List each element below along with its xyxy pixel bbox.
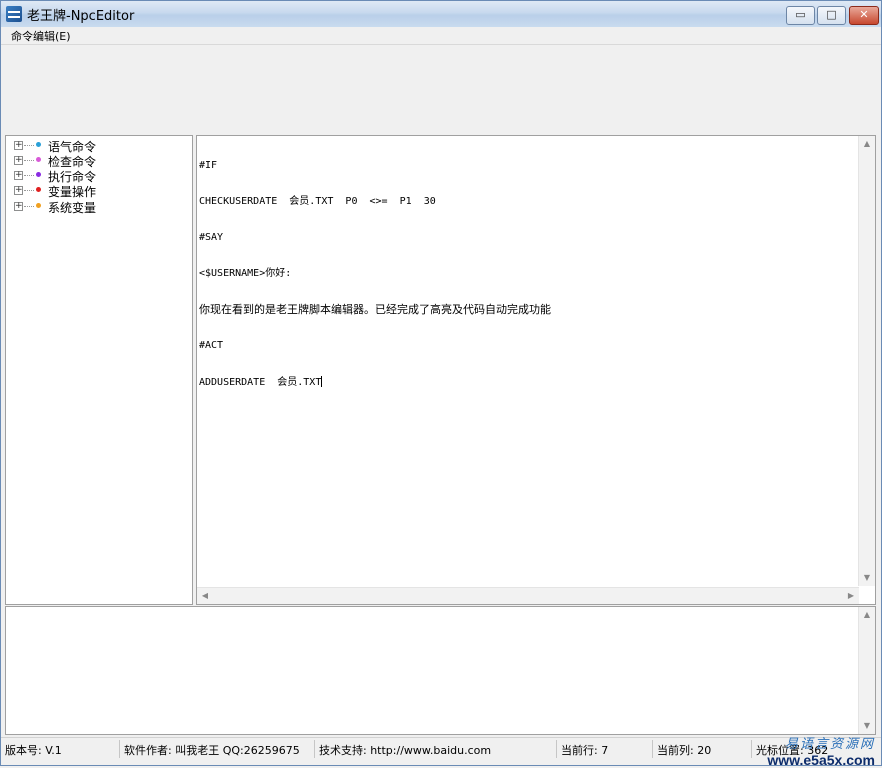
editor-horizontal-scrollbar[interactable]: ◀ ▶ bbox=[197, 587, 859, 604]
expand-icon[interactable]: + bbox=[14, 171, 23, 180]
editor-line: #ACT bbox=[199, 340, 224, 351]
status-divider bbox=[314, 740, 315, 758]
scroll-right-icon[interactable]: ▶ bbox=[843, 588, 859, 604]
status-current-col: 当前列: 20 bbox=[657, 744, 712, 757]
scroll-up-icon[interactable]: ▲ bbox=[859, 607, 875, 623]
command-tree[interactable]: + 语气命令 + 检查命令 + 执行命令 + 变量操作 + 系统变量 bbox=[5, 135, 193, 605]
text-caret bbox=[321, 376, 323, 387]
editor-line-current: ADDUSERDATE 会员.TXT bbox=[199, 376, 859, 388]
editor-text-area[interactable]: #IF CHECKUSERDATE 会员.TXT P0 <>= P1 30 #S… bbox=[199, 136, 859, 586]
close-button[interactable]: ✕ bbox=[849, 6, 879, 25]
maximize-button[interactable]: □ bbox=[817, 6, 846, 25]
status-version: 版本号: V.1 bbox=[5, 744, 62, 757]
window-title: 老王牌-NpcEditor bbox=[27, 9, 135, 24]
status-divider bbox=[119, 740, 120, 758]
menu-bar: 命令编辑(E) bbox=[1, 27, 881, 45]
app-icon bbox=[6, 6, 22, 22]
editor-line: #IF bbox=[199, 160, 218, 171]
output-panel[interactable]: ▲ ▼ bbox=[5, 606, 876, 735]
tree-item-label: 变量操作 bbox=[48, 185, 97, 199]
tree-connector bbox=[24, 145, 34, 146]
status-bar: 版本号: V.1 软件作者: 叫我老王 QQ:26259675 技术支持: ht… bbox=[1, 737, 881, 760]
scroll-down-icon[interactable]: ▼ bbox=[859, 718, 875, 734]
status-divider bbox=[751, 740, 752, 758]
editor-line: #SAY bbox=[199, 232, 224, 243]
bullet-icon bbox=[36, 203, 41, 208]
editor-line: 你现在看到的是老王牌脚本编辑器。已经完成了高亮及代码自动完成功能 bbox=[199, 303, 551, 316]
editor-line: CHECKUSERDATE 会员.TXT P0 <>= P1 30 bbox=[199, 196, 436, 207]
expand-icon[interactable]: + bbox=[14, 141, 23, 150]
editor-line: <$USERNAME>你好: bbox=[199, 268, 292, 279]
bullet-icon bbox=[36, 157, 41, 162]
tree-connector bbox=[24, 190, 34, 191]
toolbar-area bbox=[1, 45, 881, 134]
main-window: 老王牌-NpcEditor ▭ □ ✕ 命令编辑(E) + 语气命令 + 检查命… bbox=[0, 0, 882, 768]
scroll-up-icon[interactable]: ▲ bbox=[859, 136, 875, 152]
script-editor[interactable]: #IF CHECKUSERDATE 会员.TXT P0 <>= P1 30 #S… bbox=[196, 135, 876, 605]
watermark-logo: 易语言资源网 www.e5a5x.com bbox=[755, 733, 875, 768]
menu-command-edit[interactable]: 命令编辑(E) bbox=[11, 28, 71, 44]
status-divider bbox=[556, 740, 557, 758]
expand-icon[interactable]: + bbox=[14, 202, 23, 211]
status-current-row: 当前行: 7 bbox=[561, 744, 609, 757]
bullet-icon bbox=[36, 187, 41, 192]
output-vertical-scrollbar[interactable]: ▲ ▼ bbox=[858, 607, 875, 734]
editor-vertical-scrollbar[interactable]: ▲ ▼ bbox=[858, 136, 875, 586]
watermark-top-text: 易语言资源网 bbox=[784, 737, 875, 752]
expand-icon[interactable]: + bbox=[14, 186, 23, 195]
minimize-button[interactable]: ▭ bbox=[786, 6, 815, 25]
tree-connector bbox=[24, 160, 34, 161]
tree-item-label: 系统变量 bbox=[48, 201, 97, 215]
scroll-left-icon[interactable]: ◀ bbox=[197, 588, 213, 604]
title-bar[interactable]: 老王牌-NpcEditor ▭ □ ✕ bbox=[1, 1, 881, 27]
status-support: 技术支持: http://www.baidu.com bbox=[319, 744, 492, 757]
bullet-icon bbox=[36, 142, 41, 147]
bullet-icon bbox=[36, 172, 41, 177]
tree-connector bbox=[24, 175, 34, 176]
editor-line-text: ADDUSERDATE 会员.TXT bbox=[199, 377, 322, 388]
status-divider bbox=[652, 740, 653, 758]
tree-connector bbox=[24, 206, 34, 207]
scroll-down-icon[interactable]: ▼ bbox=[859, 570, 875, 586]
expand-icon[interactable]: + bbox=[14, 156, 23, 165]
status-author: 软件作者: 叫我老王 QQ:26259675 bbox=[124, 744, 300, 757]
